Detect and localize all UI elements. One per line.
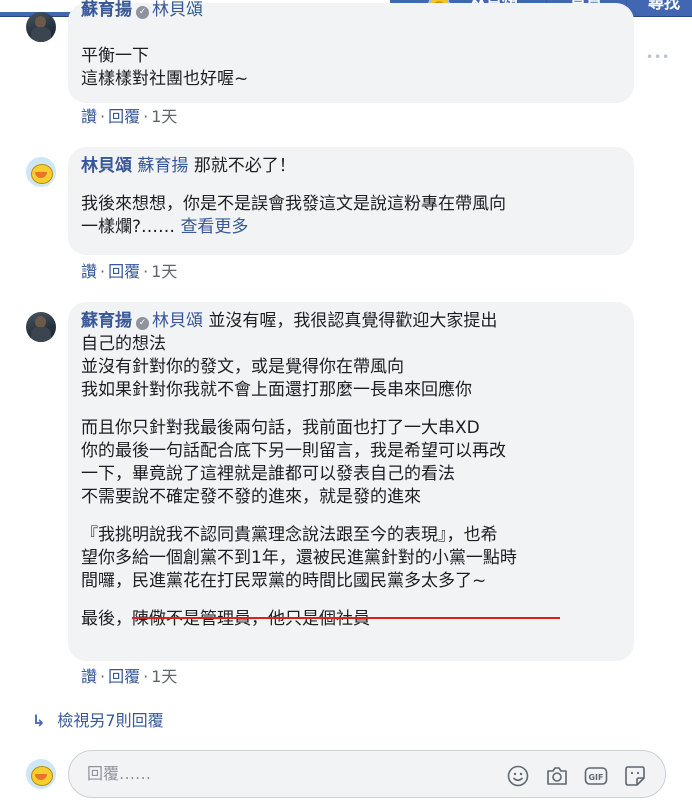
comment-actions: 讚 · 回覆 · 1天 [81, 667, 178, 686]
avatar[interactable] [26, 12, 56, 42]
sticker-icon[interactable] [622, 763, 647, 788]
comment-mention[interactable]: 蘇育揚 [137, 156, 188, 176]
camera-icon[interactable] [544, 763, 569, 788]
comment-actions: 讚 · 回覆 · 1天 [81, 107, 178, 126]
comment-mention[interactable]: 林貝頌 [152, 0, 203, 20]
comment-bubble: 林貝頌 蘇育揚 那就不必了！ 我後來想想，你是不是誤會我發這文是說這粉專在帶風向… [68, 147, 634, 255]
comment-bubble: 蘇育揚 ✓ 林貝頌 並沒有喔，我很認真覺得歡迎大家提出 自己的想法 並沒有針對你的發… [68, 302, 634, 661]
reply-link[interactable]: 回覆 [108, 262, 140, 281]
comment-mention[interactable]: 林貝頌 [152, 311, 203, 331]
comment-line: 這樣樣對社團也好喔~ [81, 69, 249, 89]
comment-bubble: 蘇育揚 ✓ 林貝頌 平衡一下 這樣樣對社團也好喔~ [68, 0, 634, 103]
comment-paragraph: 自己的想法 並沒有針對你的發文，或是覺得你在帶風向 我如果針對你我就不會上面還打… [81, 334, 472, 400]
comment-paragraph: 而且你只針對我最後兩句話，我前面也打了一大串XD 你的最後一句話配合底下另一則留… [81, 418, 506, 507]
gif-icon[interactable]: GIF [583, 763, 608, 788]
comment-first-line: 蘇育揚 ✓ 林貝頌 並沒有喔，我很認真覺得歡迎大家提出 [81, 310, 622, 333]
like-link[interactable]: 讚 [81, 667, 97, 686]
reply-link[interactable]: 回覆 [108, 107, 140, 126]
comment-paragraph: 『我挑明說我不認同貴黨理念說法跟至今的表現』，也希 望你多給一個創黨不到1年，還… [81, 525, 517, 591]
comment-first-line: 林貝頌 蘇育揚 那就不必了！ [81, 155, 622, 178]
reply-input[interactable]: 回覆…… GIF [68, 750, 666, 798]
like-link[interactable]: 讚 [81, 262, 97, 281]
comment-text: 那就不必了！ [193, 156, 296, 176]
comment-line: 平衡一下 [81, 46, 149, 66]
comment-time[interactable]: 1天 [151, 107, 177, 126]
see-more-link[interactable]: 查看更多 [175, 217, 248, 237]
verified-badge-icon: ✓ [136, 6, 149, 19]
comment-time[interactable]: 1天 [151, 667, 177, 686]
comment-author[interactable]: 蘇育揚 [81, 0, 132, 20]
comment-time[interactable]: 1天 [151, 262, 177, 281]
emoji-icon[interactable] [505, 763, 530, 788]
more-options-icon[interactable]: ••• [646, 50, 670, 64]
comment-text: 我後來想想，你是不是誤會我發這文是說這粉專在帶風向 一樣爛?…… [81, 194, 506, 237]
comment-header-cut: 蘇育揚 ✓ 林貝頌 [81, 0, 203, 22]
comment-author[interactable]: 蘇育揚 [81, 311, 132, 331]
view-more-replies-link[interactable]: ↳ 檢視另7則回覆 [32, 710, 164, 732]
composer-tools: GIF [505, 763, 647, 788]
reply-placeholder: 回覆…… [87, 764, 152, 783]
comment-author[interactable]: 林貝頌 [81, 156, 132, 176]
nav-find-link[interactable]: 尋找 [648, 0, 680, 12]
view-more-label[interactable]: 檢視另7則回覆 [57, 711, 163, 730]
verified-badge-icon: ✓ [136, 317, 149, 330]
comment-paragraph: 最後，陳儆不是管理員，他只是個社員 [81, 609, 370, 629]
avatar[interactable] [26, 157, 56, 187]
comment-text: 並沒有喔，我很認真覺得歡迎大家提出 [208, 311, 498, 331]
avatar[interactable] [26, 312, 56, 342]
composer-avatar [26, 759, 56, 789]
comment-actions: 讚 · 回覆 · 1天 [81, 262, 178, 281]
reply-arrow-icon: ↳ [32, 711, 46, 730]
reply-link[interactable]: 回覆 [108, 667, 140, 686]
like-link[interactable]: 讚 [81, 107, 97, 126]
gif-icon-label: GIF [588, 773, 603, 782]
highlight-underline [132, 617, 560, 619]
